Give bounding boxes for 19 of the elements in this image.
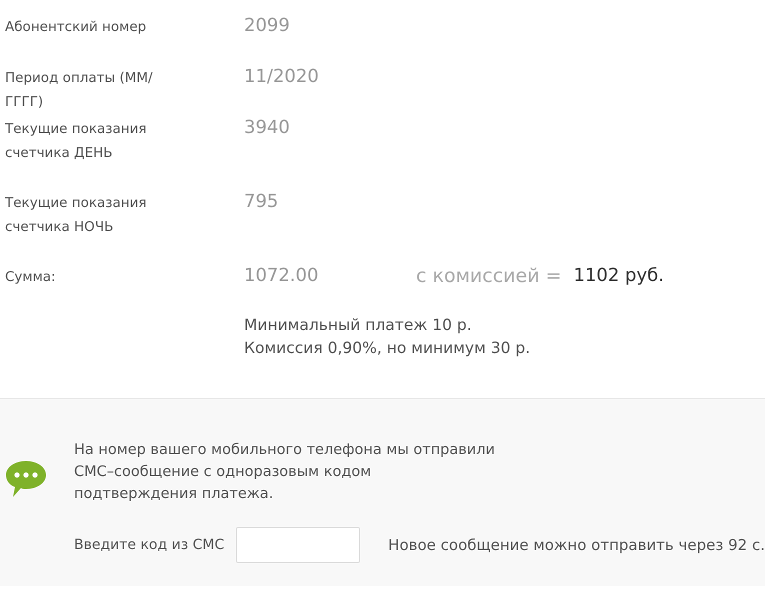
field-label: Период оплаты (ММ/ГГГГ) <box>5 69 154 112</box>
field-value: 2099 <box>244 14 290 38</box>
field-label: Сумма: <box>5 268 57 287</box>
note-text: Минимальный платеж 10 р. <box>244 315 473 336</box>
field-label: Текущие показания счетчика НОЧЬ <box>5 194 148 237</box>
sms-message: На номер вашего мобильного телефона мы отправили СМС–сообщение с одноразовым кодом подтверждения платежа. <box>74 441 495 504</box>
field-label: Абонентский номер <box>5 18 148 37</box>
resend-note: Новое сообщение можно отправить через 92 с. <box>388 536 765 554</box>
chat-bubble-icon <box>4 459 48 499</box>
total-amount: 1102 руб. <box>574 264 664 288</box>
field-value: 795 <box>244 190 278 214</box>
field-value: 1072.00 <box>244 264 320 288</box>
commission-label: с комиссией = <box>416 264 562 288</box>
field-value: 3940 <box>244 116 290 140</box>
field-label: Текущие показания счетчика ДЕНЬ <box>5 120 148 163</box>
code-input-field[interactable] <box>236 527 360 563</box>
note-text: Комиссия 0,90%, но минимум 30 р. <box>244 338 532 359</box>
code-label: Введите код из СМС <box>74 537 226 553</box>
field-value: 11/2020 <box>244 65 319 89</box>
